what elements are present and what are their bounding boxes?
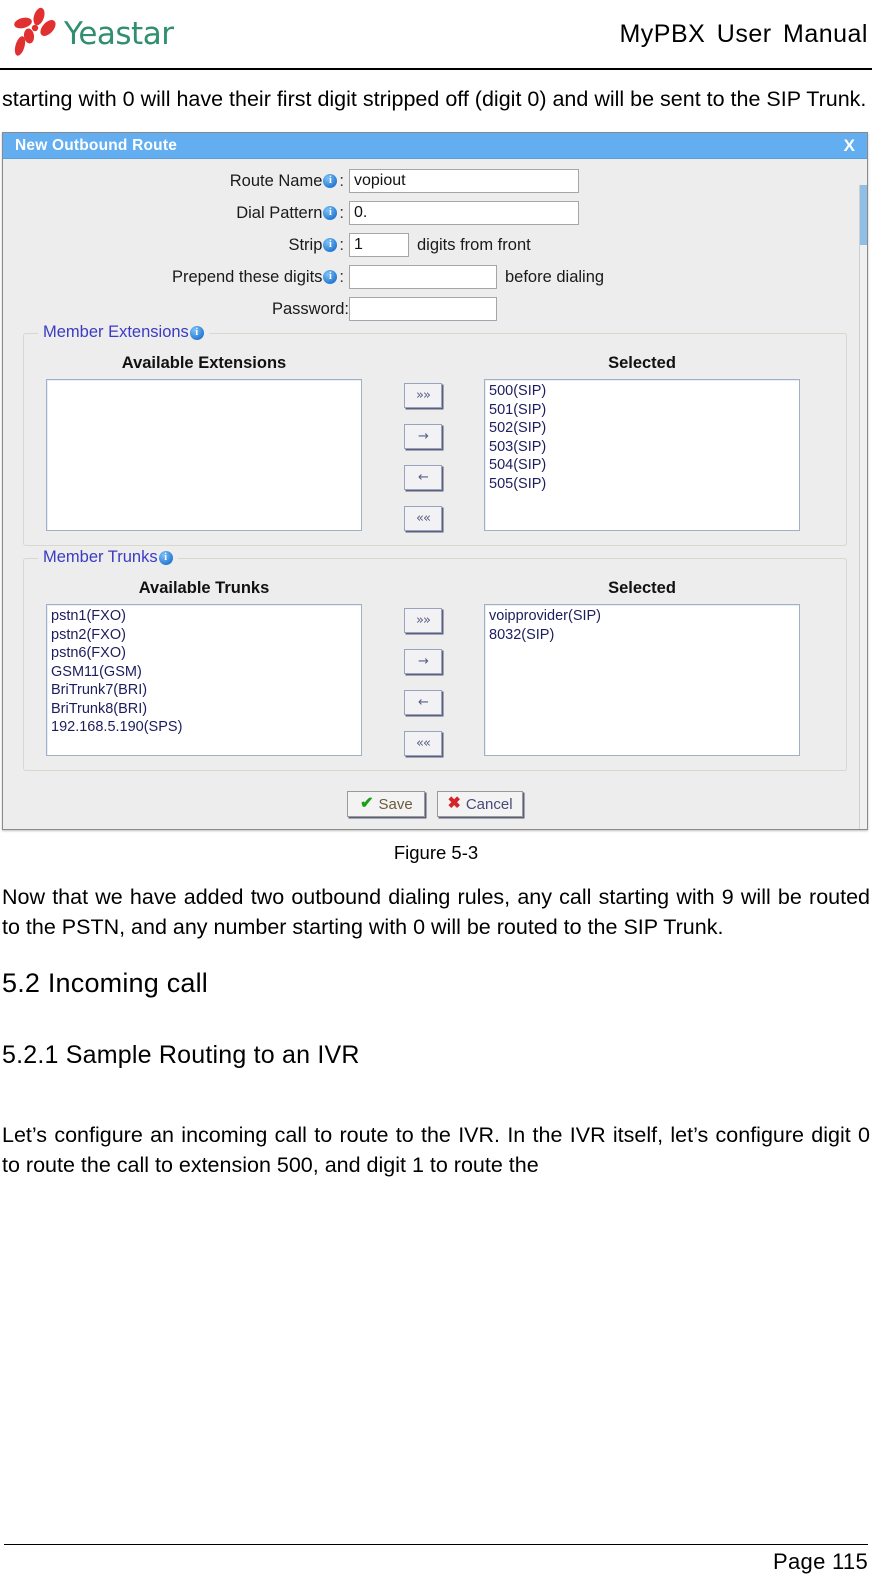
brand-logo-text: Yeastar: [64, 16, 174, 52]
close-icon[interactable]: X: [842, 137, 857, 154]
selected-extensions-list[interactable]: 500(SIP) 501(SIP) 502(SIP) 503(SIP) 504(SIP)…: [484, 379, 800, 531]
info-icon[interactable]: i: [323, 206, 338, 220]
list-item[interactable]: 500(SIP): [489, 382, 799, 401]
info-icon[interactable]: i: [323, 174, 338, 188]
after-figure-paragraph: Now that we have added two outbound dial…: [2, 885, 870, 939]
manual-title: MyPBX User Manual: [619, 19, 868, 48]
dial-pattern-input[interactable]: [349, 201, 579, 225]
add-trunk-button[interactable]: →: [404, 649, 442, 674]
figure-caption: Figure 5-3: [393, 842, 479, 863]
member-extensions-headers: Available Extensions Selected: [34, 354, 836, 373]
password-input[interactable]: [349, 297, 497, 321]
list-item[interactable]: BriTrunk7(BRI): [51, 681, 361, 700]
prepend-label: Prepend these digits i :: [171, 267, 344, 286]
member-trunks-legend: Member Trunks i: [38, 548, 178, 567]
page-number: Page 115: [773, 1549, 868, 1574]
cancel-button[interactable]: ✖ Cancel: [437, 791, 523, 817]
dial-pattern-label: Dial Pattern i :: [236, 203, 344, 222]
list-item[interactable]: pstn6(FXO): [51, 644, 361, 663]
remove-trunk-button[interactable]: ←: [404, 690, 442, 715]
prepend-suffix-text: before dialing: [505, 267, 605, 286]
available-extensions-list[interactable]: [46, 379, 362, 531]
route-name-input[interactable]: [349, 169, 579, 193]
available-extensions-title: Available Extensions: [121, 354, 287, 372]
list-item[interactable]: pstn2(FXO): [51, 626, 361, 645]
closing-paragraph: Let’s configure an incoming call to rout…: [2, 1123, 870, 1177]
list-item[interactable]: 502(SIP): [489, 419, 799, 438]
dialog-actions: ✔ Save ✖ Cancel: [3, 791, 867, 817]
available-trunks-list[interactable]: pstn1(FXO) pstn2(FXO) pstn6(FXO) GSM11(GSM)…: [46, 604, 362, 756]
red-x-icon: ✖: [447, 795, 461, 812]
label-colon: :: [339, 235, 344, 254]
add-all-extensions-button[interactable]: »»: [404, 383, 442, 408]
dial-pattern-row: Dial Pattern i :: [3, 201, 867, 225]
extensions-transfer-buttons: »» → ← ««: [374, 379, 472, 531]
selected-extensions-title: Selected: [608, 354, 676, 372]
label-colon: :: [339, 203, 344, 222]
intro-paragraph: starting with 0 will have their first di…: [2, 87, 867, 111]
dialog-title: New Outbound Route: [15, 136, 178, 154]
info-icon[interactable]: i: [323, 270, 338, 284]
strip-row: Strip i : digits from front: [3, 233, 867, 257]
member-extensions-body: »» → ← «« 500(SIP) 501(SIP) 502(SIP) 503(SI…: [34, 379, 836, 531]
save-button-label: Save: [378, 795, 413, 813]
label-colon: :: [339, 171, 344, 190]
heading-5-2: 5.2 Incoming call: [2, 968, 209, 998]
selected-trunks-title: Selected: [608, 579, 676, 597]
list-item[interactable]: 504(SIP): [489, 456, 799, 475]
page-header: Yeastar MyPBX User Manual: [0, 0, 872, 68]
heading-5-2-1: 5.2.1 Sample Routing to an IVR: [2, 1041, 360, 1069]
route-name-row: Route Name i :: [3, 169, 867, 193]
yeastar-flower-logo-icon: [8, 6, 64, 62]
member-extensions-legend: Member Extensions i: [38, 323, 209, 342]
cancel-button-label: Cancel: [465, 795, 513, 813]
list-item[interactable]: 192.168.5.190(SPS): [51, 718, 361, 737]
add-all-trunks-button[interactable]: »»: [404, 608, 442, 633]
info-icon[interactable]: i: [189, 325, 204, 340]
remove-extension-button[interactable]: ←: [404, 465, 442, 490]
info-icon[interactable]: i: [158, 550, 173, 565]
member-extensions-group: Member Extensions i Available Extensions…: [23, 323, 847, 546]
list-item[interactable]: GSM11(GSM): [51, 663, 361, 682]
prepend-row: Prepend these digits i : before dialing: [3, 265, 867, 289]
dialog-scrollbar[interactable]: [859, 185, 867, 829]
strip-label: Strip i :: [288, 235, 344, 254]
available-trunks-title: Available Trunks: [138, 579, 270, 597]
list-item[interactable]: voipprovider(SIP): [489, 607, 799, 626]
route-name-label: Route Name i :: [229, 171, 344, 190]
member-trunks-body: pstn1(FXO) pstn2(FXO) pstn6(FXO) GSM11(GSM)…: [34, 604, 836, 756]
remove-all-trunks-button[interactable]: ««: [404, 731, 442, 756]
selected-trunks-list[interactable]: voipprovider(SIP) 8032(SIP): [484, 604, 800, 756]
prepend-input[interactable]: [349, 265, 497, 289]
page-footer: Page 115: [0, 1543, 872, 1581]
member-trunks-headers: Available Trunks Selected: [34, 579, 836, 598]
save-button[interactable]: ✔ Save: [347, 791, 426, 817]
list-item[interactable]: BriTrunk8(BRI): [51, 700, 361, 719]
dialog-titlebar: New Outbound Route X: [3, 133, 867, 159]
green-check-icon: ✔: [360, 795, 374, 812]
password-row: Password:: [3, 297, 867, 321]
scrollbar-thumb[interactable]: [860, 185, 867, 245]
list-item[interactable]: 501(SIP): [489, 401, 799, 420]
member-trunks-group: Member Trunks i Available Trunks Selecte…: [23, 548, 847, 771]
footer-divider: [4, 1543, 868, 1545]
list-item[interactable]: pstn1(FXO): [51, 607, 361, 626]
brand-logo: Yeastar: [8, 6, 174, 62]
list-item[interactable]: 8032(SIP): [489, 626, 799, 645]
label-colon: :: [339, 267, 344, 286]
password-label: Password:: [271, 299, 349, 318]
remove-all-extensions-button[interactable]: ««: [404, 506, 442, 531]
add-extension-button[interactable]: →: [404, 424, 442, 449]
strip-input[interactable]: [349, 233, 409, 257]
dialog-body: Route Name i : Dial Pattern i : Strip i …: [3, 159, 867, 829]
list-item[interactable]: 503(SIP): [489, 438, 799, 457]
info-icon[interactable]: i: [323, 238, 338, 252]
new-outbound-route-dialog: New Outbound Route X Route Name i : Dial…: [2, 132, 868, 830]
list-item[interactable]: 505(SIP): [489, 475, 799, 494]
strip-suffix-text: digits from front: [417, 235, 531, 254]
trunks-transfer-buttons: »» → ← ««: [374, 604, 472, 756]
header-divider: [0, 68, 872, 70]
